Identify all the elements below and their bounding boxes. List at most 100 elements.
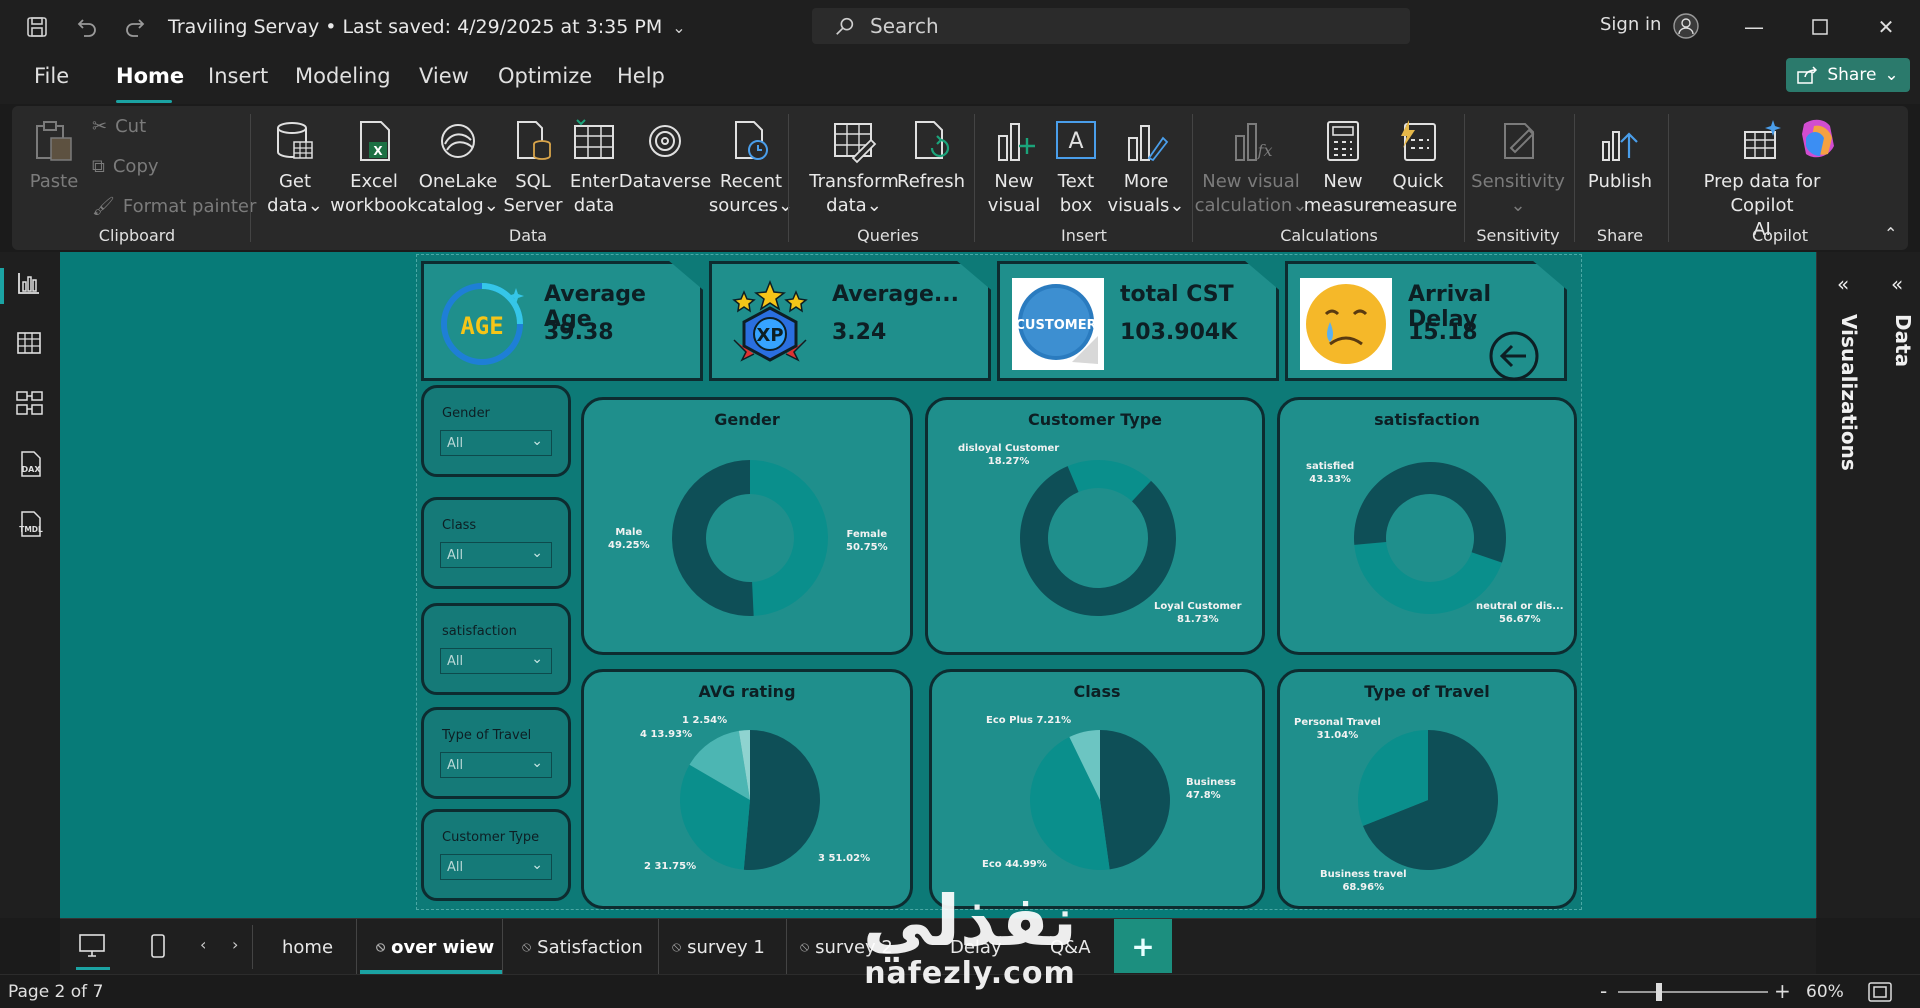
sql-label: SQL bbox=[515, 171, 551, 192]
new-measure-button[interactable]: New measure bbox=[1304, 118, 1382, 218]
tmdl-view-icon[interactable]: TMDL bbox=[16, 510, 46, 540]
slice-3[interactable] bbox=[743, 730, 821, 870]
fit-to-page-icon[interactable] bbox=[1868, 982, 1892, 1006]
sensitivity-icon bbox=[1504, 123, 1535, 159]
slice-male[interactable] bbox=[750, 460, 828, 616]
publish-label: Publish bbox=[1587, 171, 1653, 192]
kpi-card-average-rating[interactable]: XP Average... 3.24 bbox=[709, 261, 991, 381]
data-label-eco: Eco 44.99% bbox=[982, 859, 1047, 870]
slicer-satisfaction[interactable]: satisfaction All ⌄ bbox=[421, 603, 571, 695]
scroll-right-icon[interactable]: › bbox=[232, 935, 238, 954]
slicer-dropdown[interactable]: All ⌄ bbox=[440, 648, 552, 674]
back-arrow-icon[interactable] bbox=[1488, 330, 1540, 382]
slicer-dropdown[interactable]: All ⌄ bbox=[440, 854, 552, 880]
menu-view[interactable]: View bbox=[419, 64, 469, 88]
minimize-icon[interactable]: — bbox=[1734, 10, 1774, 44]
sensitivity-button[interactable]: Sensitivity ⌄ bbox=[1471, 118, 1565, 218]
table-view-icon[interactable] bbox=[16, 330, 46, 360]
publish-button[interactable]: Publish bbox=[1582, 118, 1658, 194]
zoom-out-icon[interactable]: - bbox=[1600, 979, 1607, 1003]
menu-modeling[interactable]: Modeling bbox=[295, 64, 391, 88]
scroll-left-icon[interactable]: ‹ bbox=[200, 935, 206, 954]
active-view-indicator bbox=[0, 268, 4, 304]
refresh-button[interactable]: Refresh bbox=[897, 118, 965, 194]
chevron-down-icon: ⌄ bbox=[531, 433, 543, 449]
sign-in-link[interactable]: Sign in bbox=[1600, 14, 1661, 35]
close-icon[interactable]: ✕ bbox=[1866, 10, 1906, 44]
mobile-layout-icon[interactable] bbox=[150, 933, 166, 963]
onelake-catalog-button[interactable]: OneLake catalog⌄ bbox=[416, 118, 500, 218]
dataverse-button[interactable]: Dataverse bbox=[619, 118, 711, 194]
page-tab-satisfaction[interactable]: ⦸ Satisfaction bbox=[522, 919, 643, 975]
sql-server-button[interactable]: SQL Server bbox=[500, 118, 566, 218]
copy-button[interactable]: ⧉ Copy bbox=[92, 156, 159, 177]
chart-customer-type[interactable]: Customer Type disloyal Customer 18.27% Lo… bbox=[925, 397, 1265, 655]
slicer-type-of-travel[interactable]: Type of Travel All ⌄ bbox=[421, 707, 571, 799]
menu-help[interactable]: Help bbox=[617, 64, 665, 88]
slicer-class[interactable]: Class All ⌄ bbox=[421, 497, 571, 589]
data-pane-tab[interactable]: Data bbox=[1891, 314, 1915, 367]
kpi-card-average-age[interactable]: AGE Average Age 39.38 bbox=[421, 261, 703, 381]
group-label-copilot: Copilot bbox=[1751, 226, 1809, 245]
scissors-icon: ✂ bbox=[92, 116, 108, 137]
page-tab-home[interactable]: home bbox=[282, 919, 333, 975]
slicer-dropdown[interactable]: All ⌄ bbox=[440, 752, 552, 778]
excel-workbook-button[interactable]: X Excel workbook bbox=[330, 118, 418, 218]
chart-satisfaction[interactable]: satisfaction satisfied 43.33% neutral or … bbox=[1277, 397, 1577, 655]
zoom-slider-track[interactable] bbox=[1618, 991, 1768, 993]
menu-file[interactable]: File bbox=[34, 64, 69, 88]
chevron-down-icon[interactable]: ⌄ bbox=[672, 18, 685, 37]
slicer-dropdown[interactable]: All ⌄ bbox=[440, 430, 552, 456]
add-page-button[interactable]: + bbox=[1114, 919, 1172, 973]
user-avatar-icon[interactable] bbox=[1672, 12, 1700, 44]
menu-insert[interactable]: Insert bbox=[208, 64, 268, 88]
cut-button[interactable]: ✂ Cut bbox=[92, 116, 146, 137]
slicer-dropdown[interactable]: All ⌄ bbox=[440, 542, 552, 568]
page-tab-over-wiew[interactable]: ⦸ over wiew bbox=[376, 919, 494, 975]
collapse-ribbon-icon[interactable]: ⌃ bbox=[1884, 224, 1897, 243]
transform-data-button[interactable]: Transform data⌄ bbox=[800, 118, 908, 218]
chart-class[interactable]: Class Eco Plus 7.21% Business 47.8% Eco 4… bbox=[929, 669, 1265, 909]
kpi-card-arrival-delay[interactable]: Arrival Delay 15.18 bbox=[1285, 261, 1567, 381]
slice-business[interactable] bbox=[1100, 730, 1170, 870]
search-box[interactable]: Search bbox=[812, 8, 1410, 44]
text-box-button[interactable]: A Text box bbox=[1048, 118, 1104, 218]
share-button[interactable]: Share ⌄ bbox=[1786, 58, 1910, 92]
new-visual-calculation-button[interactable]: fx New visual calculation⌄ bbox=[1195, 118, 1307, 218]
slice-loyal-customer[interactable] bbox=[1020, 466, 1176, 616]
svg-text:A: A bbox=[1068, 129, 1083, 154]
chart-type-of-travel[interactable]: Type of Travel Personal Travel 31.04% Bus… bbox=[1277, 669, 1577, 909]
maximize-icon[interactable] bbox=[1800, 10, 1840, 44]
expand-data-icon[interactable]: « bbox=[1891, 272, 1903, 296]
zoom-in-icon[interactable]: + bbox=[1774, 979, 1791, 1003]
slice-female[interactable] bbox=[671, 460, 754, 616]
more-visuals-button[interactable]: More visuals⌄ bbox=[1106, 118, 1186, 218]
chart-avg-rating[interactable]: AVG rating 1 2.54% 4 13.93% 2 31.75% 3 5… bbox=[581, 669, 913, 909]
expand-visualizations-icon[interactable]: « bbox=[1837, 272, 1849, 296]
visualizations-pane-tab[interactable]: Visualizations bbox=[1837, 314, 1861, 471]
desktop-layout-icon[interactable] bbox=[78, 933, 106, 963]
chart-gender[interactable]: Gender Male 49.25% Female 50.75% bbox=[581, 397, 913, 655]
kpi-card-total-cst[interactable]: CUSTOMER total CST 103.904K bbox=[997, 261, 1279, 381]
redo-icon[interactable] bbox=[120, 12, 150, 42]
menu-optimize[interactable]: Optimize bbox=[498, 64, 592, 88]
copilot-icon[interactable] bbox=[1794, 116, 1842, 168]
new-visual-button[interactable]: New visual bbox=[984, 118, 1044, 218]
quick-measure-button[interactable]: Quick measure bbox=[1378, 118, 1458, 218]
prep-data-icon bbox=[1744, 120, 1781, 159]
dax-query-view-icon[interactable]: DAX bbox=[16, 450, 46, 480]
page-tab-survey-1[interactable]: ⦸ survey 1 bbox=[672, 919, 765, 975]
zoom-slider-thumb[interactable] bbox=[1656, 983, 1662, 1001]
report-view-icon[interactable] bbox=[16, 270, 46, 300]
slicer-gender[interactable]: Gender All ⌄ bbox=[421, 385, 571, 477]
slicer-customer-type[interactable]: Customer Type All ⌄ bbox=[421, 809, 571, 901]
format-painter-button[interactable]: 🖌 Format painter bbox=[92, 196, 256, 217]
menu-home[interactable]: Home bbox=[116, 64, 184, 88]
model-view-icon[interactable] bbox=[16, 390, 46, 420]
undo-icon[interactable] bbox=[72, 12, 102, 42]
paste-button[interactable]: Paste bbox=[28, 118, 80, 194]
enter-data-button[interactable]: Enter data bbox=[564, 118, 624, 218]
save-icon[interactable] bbox=[22, 12, 52, 42]
recent-sources-button[interactable]: Recent sources⌄ bbox=[708, 118, 794, 218]
get-data-button[interactable]: Get data⌄ bbox=[262, 118, 328, 218]
